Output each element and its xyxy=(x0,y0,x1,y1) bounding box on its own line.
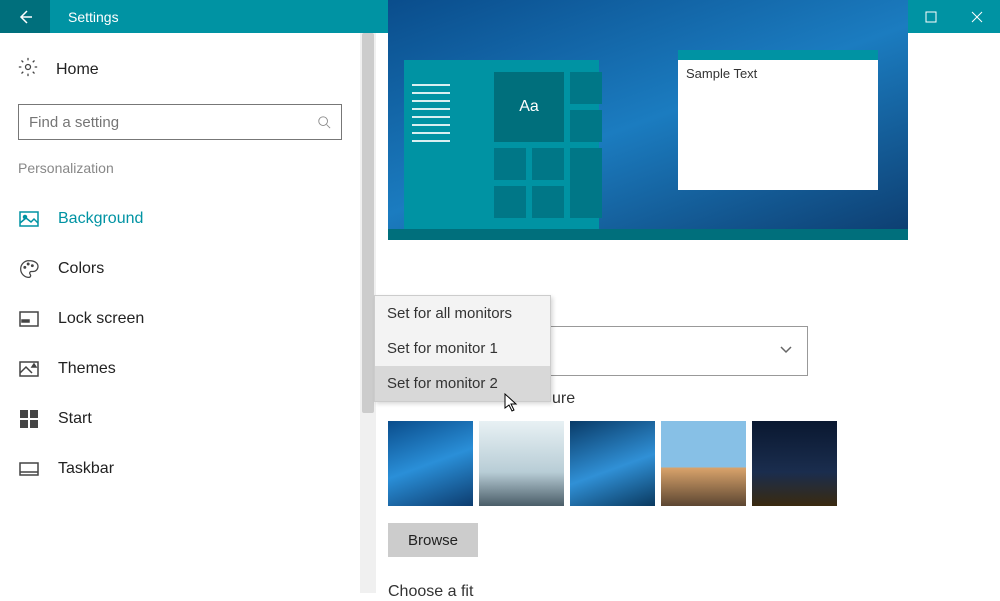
lock-screen-icon xyxy=(18,308,40,330)
sidebar-item-label: Background xyxy=(58,210,143,228)
preview-start-menu: Aa xyxy=(404,60,599,230)
preview-sample-window: Sample Text xyxy=(678,50,878,190)
start-icon xyxy=(18,408,40,430)
sidebar-item-label: Lock screen xyxy=(58,310,144,328)
search-input[interactable] xyxy=(29,114,317,131)
search-box[interactable] xyxy=(18,104,342,140)
gear-icon xyxy=(18,57,38,82)
wallpaper-thumbnail[interactable] xyxy=(388,421,473,506)
maximize-icon xyxy=(925,11,937,23)
cursor-icon xyxy=(504,393,520,413)
arrow-left-icon xyxy=(17,9,33,25)
sidebar-item-label: Themes xyxy=(58,360,116,378)
picture-icon xyxy=(18,208,40,230)
wallpaper-thumbnail[interactable] xyxy=(661,421,746,506)
sidebar-item-label: Colors xyxy=(58,260,104,278)
sidebar-item-lock-screen[interactable]: Lock screen xyxy=(0,294,360,344)
sidebar-item-themes[interactable]: Themes xyxy=(0,344,360,394)
desktop-preview: Aa Sample Text xyxy=(388,0,908,240)
menu-item-set-monitor-1[interactable]: Set for monitor 1 xyxy=(375,331,550,366)
scrollbar-thumb[interactable] xyxy=(362,33,374,413)
sidebar-item-colors[interactable]: Colors xyxy=(0,244,360,294)
wallpaper-thumbnail[interactable] xyxy=(479,421,564,506)
close-icon xyxy=(971,11,983,23)
category-header: Personalization xyxy=(18,160,342,176)
home-link[interactable]: Home xyxy=(18,57,342,82)
picture-thumbnails xyxy=(388,421,837,506)
preview-sample-text: Sample Text xyxy=(678,60,878,87)
wallpaper-thumbnail[interactable] xyxy=(570,421,655,506)
preview-tile-text: Aa xyxy=(494,72,564,142)
choose-fit-label: Choose a fit xyxy=(388,583,473,601)
search-icon xyxy=(317,115,331,129)
sidebar-item-label: Taskbar xyxy=(58,460,114,478)
chevron-down-icon xyxy=(779,342,793,361)
back-button[interactable] xyxy=(0,0,50,33)
browse-button[interactable]: Browse xyxy=(388,523,478,557)
sidebar-item-background[interactable]: Background xyxy=(0,194,360,244)
main-panel: Aa Sample Text Set xyxy=(360,33,1000,593)
sidebar: Home Personalization Background Colors L… xyxy=(0,33,360,593)
sidebar-item-start[interactable]: Start xyxy=(0,394,360,444)
sidebar-item-label: Start xyxy=(58,410,92,428)
menu-item-set-monitor-2[interactable]: Set for monitor 2 xyxy=(375,366,550,401)
palette-icon xyxy=(18,258,40,280)
taskbar-icon xyxy=(18,458,40,480)
context-menu: Set for all monitors Set for monitor 1 S… xyxy=(374,295,551,402)
menu-item-set-all-monitors[interactable]: Set for all monitors xyxy=(375,296,550,331)
choose-picture-label: ure xyxy=(552,390,575,408)
close-button[interactable] xyxy=(954,0,1000,33)
wallpaper-thumbnail[interactable] xyxy=(752,421,837,506)
themes-icon xyxy=(18,358,40,380)
home-label: Home xyxy=(56,61,99,79)
sidebar-item-taskbar[interactable]: Taskbar xyxy=(0,444,360,494)
maximize-button[interactable] xyxy=(908,0,954,33)
